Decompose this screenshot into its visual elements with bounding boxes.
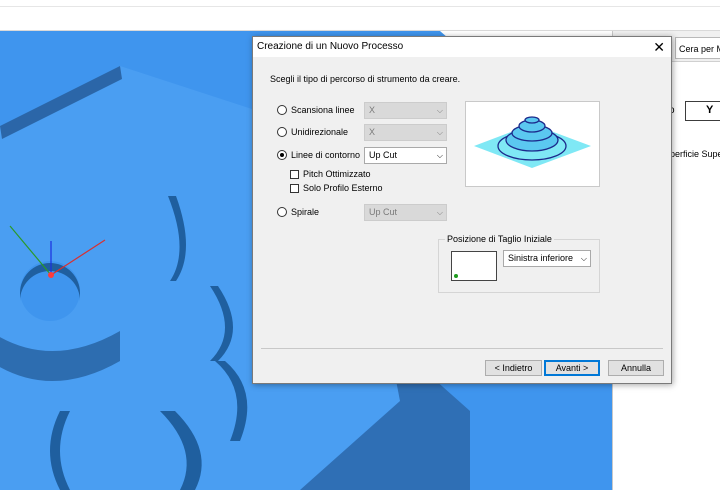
radio-circle[interactable] bbox=[277, 105, 287, 115]
origin-marker bbox=[48, 272, 54, 278]
start-position-group-title: Posizione di Taglio Iniziale bbox=[445, 234, 554, 244]
top-strip-line bbox=[0, 6, 720, 7]
contour-cut-select[interactable]: Up Cut ⌵ bbox=[364, 147, 447, 164]
new-process-dialog: Creazione di un Nuovo Processo ✕ Scegli … bbox=[252, 36, 672, 384]
checkbox-solo-profilo-esterno[interactable]: Solo Profilo Esterno bbox=[290, 182, 383, 194]
radio-unidirezionale[interactable]: Unidirezionale bbox=[277, 125, 348, 139]
chevron-down-icon: ⌵ bbox=[436, 128, 443, 137]
toolpath-preview bbox=[465, 101, 600, 187]
select-value: Up Cut bbox=[369, 207, 398, 217]
surface-label: uperficie Supe bbox=[665, 149, 720, 159]
back-button[interactable]: < Indietro bbox=[485, 360, 542, 376]
instruction-text: Scegli il tipo di percorso di strumento … bbox=[270, 74, 461, 84]
dialog-title: Creazione di un Nuovo Processo bbox=[257, 41, 404, 52]
start-point-dot bbox=[454, 274, 458, 278]
next-button[interactable]: Avanti > bbox=[544, 360, 600, 376]
cancel-button[interactable]: Annulla bbox=[608, 360, 664, 376]
radio-label: Linee di contorno bbox=[291, 150, 361, 160]
radio-label: Spirale bbox=[291, 207, 320, 217]
chevron-down-icon: ⌵ bbox=[580, 254, 587, 263]
radio-spirale[interactable]: Spirale bbox=[277, 205, 319, 219]
checkbox-box[interactable] bbox=[290, 183, 299, 193]
dialog-titlebar[interactable]: Creazione di un Nuovo Processo ✕ bbox=[253, 37, 671, 57]
chevron-down-icon: ⌵ bbox=[436, 106, 443, 115]
checkbox-pitch-ottimizzato[interactable]: Pitch Ottimizzato bbox=[290, 168, 371, 180]
radio-circle[interactable] bbox=[277, 127, 287, 137]
checkbox-box[interactable] bbox=[290, 169, 299, 179]
radio-label: Unidirezionale bbox=[291, 127, 349, 137]
radio-scansiona-linee[interactable]: Scansiona linee bbox=[277, 103, 355, 117]
start-position-select[interactable]: Sinistra inferiore ⌵ bbox=[503, 250, 591, 267]
radio-linee-di-contorno[interactable]: Linee di contorno bbox=[277, 148, 360, 162]
dialog-separator bbox=[261, 348, 663, 349]
panel-button[interactable]: Y bbox=[685, 101, 720, 121]
select-value: X bbox=[369, 127, 376, 137]
contour-preview-icon bbox=[474, 116, 591, 168]
radio-circle-selected[interactable] bbox=[277, 150, 287, 160]
panel-tab[interactable]: Cera per Mo bbox=[675, 37, 720, 59]
top-menu-strip bbox=[0, 0, 720, 31]
radio-circle[interactable] bbox=[277, 207, 287, 217]
unidirectional-select[interactable]: X ⌵ bbox=[364, 124, 447, 141]
checkbox-label: Solo Profilo Esterno bbox=[303, 183, 383, 193]
select-value: Up Cut bbox=[369, 150, 398, 160]
preview-ring-5 bbox=[524, 116, 540, 124]
radio-label: Scansiona linee bbox=[291, 105, 355, 115]
close-icon[interactable]: ✕ bbox=[653, 38, 665, 56]
start-position-preview bbox=[451, 251, 497, 281]
spiral-cut-select[interactable]: Up Cut ⌵ bbox=[364, 204, 447, 221]
chevron-down-icon: ⌵ bbox=[436, 151, 443, 160]
chevron-down-icon: ⌵ bbox=[436, 208, 443, 217]
scan-direction-select[interactable]: X ⌵ bbox=[364, 102, 447, 119]
checkbox-label: Pitch Ottimizzato bbox=[303, 169, 371, 179]
select-value: X bbox=[369, 105, 376, 115]
select-value: Sinistra inferiore bbox=[508, 253, 574, 263]
